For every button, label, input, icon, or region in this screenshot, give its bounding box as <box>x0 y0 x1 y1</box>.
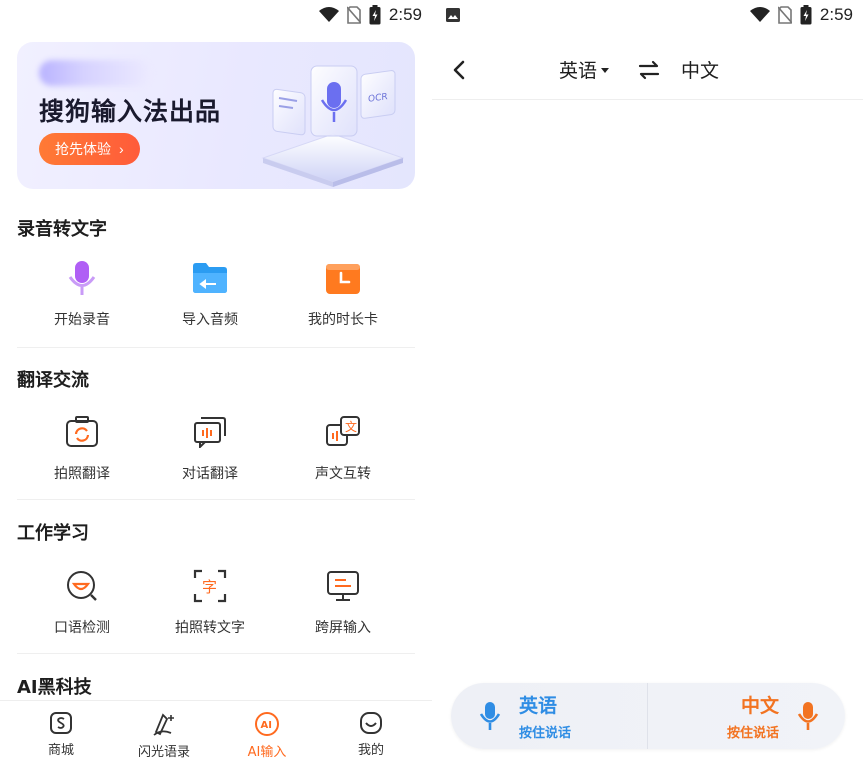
mall-icon <box>50 712 72 734</box>
camera-translate-icon <box>64 414 100 450</box>
duration-card-label: 我的时长卡 <box>308 312 378 328</box>
section-title-recording: 录音转文字 <box>17 219 107 240</box>
tab-ai-input[interactable]: AI AI输入 <box>217 711 317 760</box>
dialog-translate-label: 对话翻译 <box>182 466 238 482</box>
work-study-grid: 口语检测 字 拍照转文字 跨屏输入 <box>17 568 415 648</box>
svg-text:AI: AI <box>261 720 272 731</box>
photo-translate-label: 拍照翻译 <box>54 466 110 482</box>
voice-illustration-icon: OCR <box>261 65 405 187</box>
blurred-logo <box>39 60 151 86</box>
caret-down-icon <box>601 68 610 73</box>
source-language-select[interactable]: 英语 <box>559 56 610 83</box>
wifi-icon <box>318 7 339 22</box>
folder-icon <box>192 260 228 296</box>
promo-banner[interactable]: 搜狗输入法出品 抢先体验 › OCR <box>17 42 415 189</box>
recording-grid: 开始录音 导入音频 我的时长卡 <box>17 260 415 340</box>
no-sim-icon <box>346 6 361 24</box>
clock-card-icon <box>325 260 361 296</box>
tab-ai-input-label: AI输入 <box>247 745 287 760</box>
quote-icon <box>153 713 174 736</box>
tab-quotes-label: 闪光语录 <box>137 745 190 760</box>
import-audio-item[interactable]: 导入音频 <box>145 260 275 340</box>
translation-header: 英语 中文 <box>432 40 863 100</box>
dialog-translate-icon <box>192 414 228 450</box>
wifi-icon <box>749 7 770 22</box>
target-language-label[interactable]: 中文 <box>681 56 719 83</box>
section-divider <box>17 653 415 654</box>
banner-title: 搜狗输入法出品 <box>39 97 222 126</box>
voice-text-convert-item[interactable]: 文 声文互转 <box>278 414 408 494</box>
section-divider <box>17 347 415 348</box>
tab-quotes[interactable]: 闪光语录 <box>114 711 214 760</box>
microphone-icon <box>479 702 501 730</box>
speech-check-label: 口语检测 <box>54 620 110 636</box>
no-sim-icon <box>777 6 792 24</box>
section-title-work-study: 工作学习 <box>17 523 89 544</box>
chevron-right-icon: › <box>119 141 124 157</box>
status-bar: 2:59 <box>432 0 853 30</box>
section-title-ai-tech: AI黑科技 <box>17 677 92 698</box>
dialog-translate-item[interactable]: 对话翻译 <box>145 414 275 494</box>
left-screen: 2:59 搜狗输入法出品 抢先体验 › OCR 录音转文字 开始录音 导入音频 … <box>0 0 432 768</box>
speech-check-icon <box>64 568 100 604</box>
try-now-button[interactable]: 抢先体验 › <box>39 133 140 165</box>
bottom-tab-bar: 商城 闪光语录 AI AI输入 我的 <box>0 700 432 768</box>
tab-mall[interactable]: 商城 <box>11 711 111 758</box>
svg-text:文: 文 <box>345 419 357 434</box>
swap-languages-icon[interactable] <box>637 58 661 82</box>
battery-icon <box>800 5 812 25</box>
section-divider <box>17 499 415 500</box>
photo-translate-item[interactable]: 拍照翻译 <box>17 414 147 494</box>
tab-profile[interactable]: 我的 <box>321 711 421 758</box>
back-arrow-icon[interactable] <box>446 56 474 84</box>
start-recording-item[interactable]: 开始录音 <box>17 260 147 340</box>
cross-screen-input-label: 跨屏输入 <box>315 620 371 636</box>
hold-to-speak-english-button[interactable]: 英语 按住说话 <box>451 683 648 749</box>
cross-screen-input-item[interactable]: 跨屏输入 <box>278 568 408 648</box>
voice-input-bar: 英语 按住说话 中文 按住说话 <box>451 683 845 749</box>
photo-to-text-item[interactable]: 字 拍照转文字 <box>145 568 275 648</box>
start-recording-label: 开始录音 <box>54 312 110 328</box>
battery-icon <box>369 5 381 25</box>
voice-left-hint: 按住说话 <box>519 726 572 741</box>
cross-screen-icon <box>325 568 361 604</box>
tab-profile-label: 我的 <box>357 743 384 758</box>
try-now-label: 抢先体验 <box>55 141 111 157</box>
voice-right-language: 中文 <box>740 695 779 717</box>
photo-to-text-icon: 字 <box>192 568 228 604</box>
microphone-icon <box>64 260 100 296</box>
status-time: 2:59 <box>388 5 422 24</box>
voice-left-language: 英语 <box>519 695 558 717</box>
translation-grid: 拍照翻译 对话翻译 文 声文互转 <box>17 414 415 494</box>
section-title-translation: 翻译交流 <box>17 370 89 391</box>
right-screen: 2:59 英语 中文 英语 按住说话 中文 按住说话 <box>432 0 863 768</box>
source-language-label: 英语 <box>559 60 598 82</box>
status-time: 2:59 <box>819 5 853 24</box>
duration-card-item[interactable]: 我的时长卡 <box>278 260 408 340</box>
photo-to-text-label: 拍照转文字 <box>175 620 245 636</box>
import-audio-label: 导入音频 <box>182 312 238 328</box>
speech-check-item[interactable]: 口语检测 <box>17 568 147 648</box>
microphone-icon <box>797 702 819 730</box>
status-bar: 2:59 <box>318 0 422 30</box>
ai-icon: AI <box>255 712 279 736</box>
voice-text-convert-icon: 文 <box>325 414 361 450</box>
hold-to-speak-chinese-button[interactable]: 中文 按住说话 <box>648 683 845 749</box>
voice-text-convert-label: 声文互转 <box>315 466 371 482</box>
profile-icon <box>360 712 382 734</box>
voice-right-hint: 按住说话 <box>726 726 779 741</box>
svg-text:字: 字 <box>202 578 217 596</box>
tab-mall-label: 商城 <box>47 743 74 758</box>
